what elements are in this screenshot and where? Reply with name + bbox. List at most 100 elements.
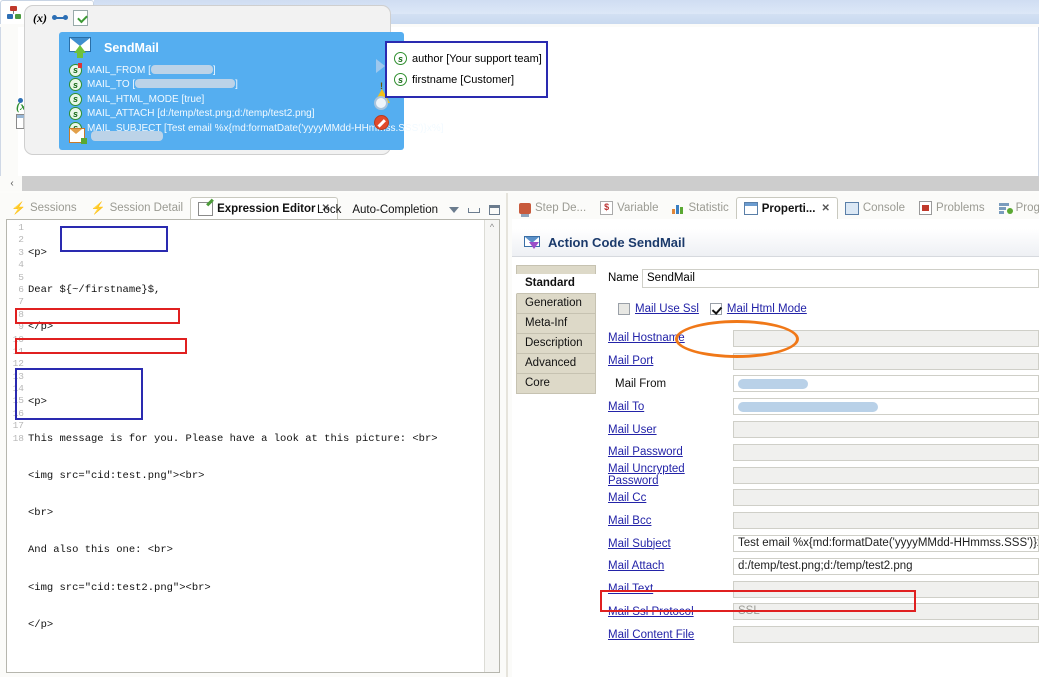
error-stop-icon[interactable]	[374, 115, 391, 132]
code-line: </p>	[28, 321, 484, 333]
field-input[interactable]	[733, 512, 1039, 529]
mail-use-ssl-checkbox[interactable]	[618, 303, 630, 315]
tab-sessions[interactable]: ⚡ Sessions	[4, 197, 84, 219]
field-row-mail-port: Mail Port	[600, 350, 1039, 373]
canvas-hscrollbar[interactable]: ‹	[0, 176, 1039, 191]
field-label[interactable]: Mail Bcc	[600, 515, 733, 527]
side-tab-standard[interactable]: Standard	[516, 274, 596, 294]
chevron-down-icon[interactable]	[449, 207, 459, 213]
code-text-area[interactable]: <p> Dear ${~/firstname}$, </p> <p> This …	[28, 222, 484, 672]
redacted-value	[91, 131, 163, 141]
diagram-group-container[interactable]: (x) SendMail s MAIL_FROM [] s MAIL_TO []	[24, 5, 391, 155]
tab-label: Session Detail	[110, 202, 184, 214]
properties-fields: Name SendMail Mail Use Ssl Mail Html Mod…	[600, 265, 1039, 677]
field-row-mail-cc: Mail Cc	[600, 487, 1039, 510]
node-footer-row[interactable]	[69, 128, 163, 143]
redacted-value	[151, 65, 213, 74]
problems-icon	[919, 201, 932, 215]
field-input[interactable]: d:/temp/test.png;d:/temp/test2.png	[733, 558, 1039, 575]
info-circle-icon[interactable]	[374, 96, 391, 113]
tab-console[interactable]: Console	[838, 197, 912, 219]
field-label[interactable]: Mail To	[600, 401, 733, 413]
field-label[interactable]: Mail Content File	[600, 629, 733, 641]
editor-vertical-scrollbar[interactable]: ^	[484, 220, 499, 672]
side-tab-core[interactable]: Core	[516, 374, 596, 394]
tab-statistic[interactable]: Statistic	[665, 197, 735, 219]
field-input[interactable]	[733, 444, 1039, 461]
field-label[interactable]: Mail Cc	[600, 492, 733, 504]
validate-doc-icon[interactable]	[73, 10, 88, 26]
side-tab-description[interactable]: Description	[516, 334, 596, 354]
annotation-item: s firstname [Customer]	[394, 69, 539, 90]
string-var-icon: s	[69, 93, 82, 106]
link-icon[interactable]	[52, 14, 68, 22]
line-number-gutter: 1 2 3 4 5 6 7 8 9 10 11 12 13 14 15 16 1…	[7, 220, 27, 672]
field-input[interactable]	[733, 489, 1039, 506]
tab-properties[interactable]: Properti... ✕	[736, 197, 838, 219]
field-label[interactable]: Mail Ssl Protocol	[600, 606, 733, 618]
string-var-icon: s	[69, 78, 82, 91]
mail-html-mode-label[interactable]: Mail Html Mode	[727, 303, 807, 315]
right-panel-tabbar: Step De... $ Variable Statistic Properti…	[508, 193, 1039, 219]
lock-button[interactable]: Lock	[317, 204, 341, 216]
mail-html-mode-checkbox[interactable]	[710, 303, 722, 315]
annotation-item: s author [Your support team]	[394, 48, 539, 69]
field-input[interactable]	[733, 375, 1039, 392]
field-input[interactable]	[733, 353, 1039, 370]
node-param-row[interactable]: s MAIL_TO []	[69, 78, 398, 93]
redacted-value	[738, 402, 878, 412]
line-number: 13	[7, 371, 27, 383]
mail-properties-icon	[524, 236, 541, 250]
tab-session-detail[interactable]: ⚡ Session Detail	[84, 197, 190, 219]
close-icon[interactable]: ✕	[821, 203, 829, 214]
maximize-icon[interactable]	[489, 205, 500, 215]
scroll-left-icon[interactable]: ‹	[4, 176, 20, 191]
node-param-row[interactable]: s MAIL_HTML_MODE [true]	[69, 92, 398, 107]
field-label[interactable]: Mail Hostname	[600, 332, 733, 344]
field-label[interactable]: Mail Port	[600, 355, 733, 367]
tab-step-detail[interactable]: Step De...	[512, 197, 593, 219]
line-number: 16	[7, 408, 27, 420]
field-input[interactable]	[733, 421, 1039, 438]
field-label[interactable]: Mail User	[600, 424, 733, 436]
tab-expression-editor[interactable]: Expression Editor ✕	[190, 197, 338, 219]
field-input[interactable]	[733, 467, 1039, 484]
tab-label: Expression Editor	[217, 203, 315, 215]
node-param-row[interactable]: s MAIL_ATTACH [d:/temp/test.png;d:/temp/…	[69, 107, 398, 122]
scroll-up-icon[interactable]: ^	[485, 220, 499, 232]
left-panel-tabbar: ⚡ Sessions ⚡ Session Detail Expression E…	[0, 193, 506, 219]
expression-editor[interactable]: 1 2 3 4 5 6 7 8 9 10 11 12 13 14 15 16 1…	[6, 219, 500, 673]
hscroll-thumb[interactable]	[22, 176, 1039, 191]
side-tab-advanced[interactable]: Advanced	[516, 354, 596, 374]
field-label[interactable]: Mail Subject	[600, 538, 733, 550]
line-number: 2	[7, 234, 27, 246]
field-input[interactable]: Test email %x{md:formatDate('yyyyMMdd-HH…	[733, 535, 1039, 552]
variable-icon[interactable]: (x)	[33, 11, 47, 26]
minimize-icon[interactable]	[468, 208, 480, 213]
field-label[interactable]: Mail Text	[600, 583, 733, 595]
field-input[interactable]: SSL	[733, 603, 1039, 620]
side-tab-meta-inf[interactable]: Meta-Inf	[516, 314, 596, 334]
left-panel: ⚡ Sessions ⚡ Session Detail Expression E…	[0, 193, 506, 677]
tab-label: Step De...	[535, 202, 586, 214]
collapse-arrow-icon[interactable]	[376, 59, 385, 73]
name-input[interactable]: SendMail	[642, 269, 1039, 288]
field-label[interactable]: Mail Attach	[600, 560, 733, 572]
field-input[interactable]	[733, 330, 1039, 347]
group-toolbar[interactable]: (x)	[33, 10, 88, 26]
field-input[interactable]	[733, 398, 1039, 415]
field-row-mail-ssl-protocol: Mail Ssl Protocol SSL	[600, 601, 1039, 624]
field-input[interactable]	[733, 626, 1039, 643]
mail-use-ssl-label[interactable]: Mail Use Ssl	[635, 303, 699, 315]
tab-variable[interactable]: $ Variable	[593, 197, 665, 219]
tab-progress[interactable]: Progress	[992, 197, 1039, 219]
field-row-mail-content-file: Mail Content File	[600, 623, 1039, 646]
field-input[interactable]	[733, 581, 1039, 598]
node-param-row[interactable]: s MAIL_FROM []	[69, 63, 398, 78]
field-label[interactable]: Mail Uncrypted Password	[600, 463, 733, 487]
auto-completion-button[interactable]: Auto-Completion	[352, 204, 438, 216]
side-tab-generation[interactable]: Generation	[516, 294, 596, 314]
tab-problems[interactable]: Problems	[912, 197, 992, 219]
sendmail-node[interactable]: SendMail s MAIL_FROM [] s MAIL_TO [] s M…	[59, 32, 404, 150]
field-label[interactable]: Mail Password	[600, 446, 733, 458]
